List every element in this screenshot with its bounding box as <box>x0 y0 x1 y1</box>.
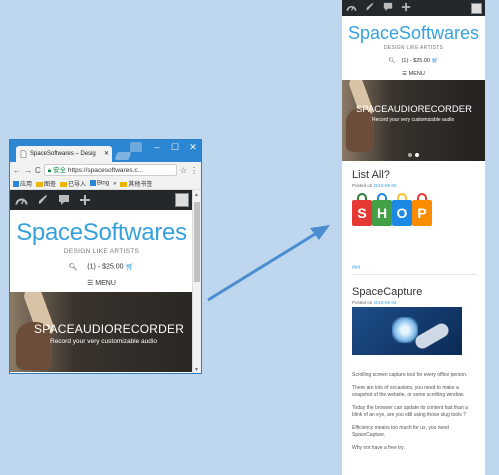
shop-letter: H <box>372 200 392 226</box>
bookmark-folder[interactable]: 图查 <box>36 179 56 188</box>
bookmark-apps[interactable]: 应用 <box>13 179 32 188</box>
post-title[interactable]: SpaceCapture <box>352 286 477 298</box>
profile-icon[interactable] <box>130 142 142 152</box>
document-icon <box>20 150 27 158</box>
bookmarks-bar: 应用 图查 已导入 Bing » 其他书签 <box>10 178 201 190</box>
post-body: Scrolling screen capture tool for every … <box>352 372 477 458</box>
hero-subtitle: Record your very customizable audio <box>372 117 455 123</box>
image-glow <box>392 317 418 343</box>
new-tab-button[interactable] <box>114 152 132 160</box>
secure-label: 安全 <box>53 167 67 174</box>
image-finger <box>412 320 452 352</box>
site-title[interactable]: SpaceSoftwares <box>10 219 193 247</box>
close-window-icon[interactable]: ✕ <box>184 142 201 153</box>
menu-kebab-icon[interactable]: ⋮ <box>190 166 198 175</box>
hamburger-icon: ☰ <box>87 280 94 287</box>
hero-subtitle: Record your very customizable audio <box>50 338 157 345</box>
reload-icon[interactable]: C <box>35 166 41 175</box>
minimize-icon[interactable]: – <box>148 142 166 152</box>
url-text: https://spacesoftwares.c... <box>67 167 144 174</box>
post-spacecapture: SpaceCapture Posted on 2018-06-04 <box>352 286 477 305</box>
maximize-icon[interactable]: ☐ <box>166 142 184 153</box>
plus-icon[interactable] <box>79 194 91 206</box>
browser-titlebar: SpaceSoftwares – Desig ✕ – ☐ ✕ <box>10 140 201 162</box>
arrow-icon <box>207 225 330 302</box>
menu-label: MENU <box>408 71 425 77</box>
hero-slider[interactable]: SPACEAUDIORECORDER Record your very cust… <box>10 292 193 372</box>
slider-dots <box>408 153 419 157</box>
dashboard-icon[interactable] <box>15 195 28 206</box>
site-tagline: DESIGN LIKE ARTISTS <box>383 45 444 51</box>
post-title[interactable]: List All? <box>352 169 477 181</box>
post-date[interactable]: 2018-06-04 <box>374 300 397 305</box>
cart-icon: 🛒︎ <box>125 264 135 271</box>
post-paragraph: There are lots of occasions, you need to… <box>352 385 465 398</box>
post-paragraph: Why not have a free try. <box>352 445 405 451</box>
browser-tab[interactable]: SpaceSoftwares – Desig ✕ <box>16 146 112 162</box>
brush-icon[interactable] <box>37 194 49 206</box>
post-list-all: List All? Posted on 2018-06-05 <box>352 169 477 188</box>
post-meta: Posted on 2018-06-05 <box>352 183 397 188</box>
plus-icon[interactable] <box>401 0 411 17</box>
slider-dot-active[interactable] <box>415 153 419 157</box>
post-paragraph: Efficiency means too much for us, you ne… <box>352 425 449 438</box>
dashboard-icon[interactable] <box>346 0 357 17</box>
scrollbar-thumb[interactable] <box>194 202 200 282</box>
browser-viewport: SpaceSoftwares DESIGN LIKE ARTISTS 🔍︎ (1… <box>10 190 193 373</box>
shop-letter: S <box>352 200 372 226</box>
bookmark-bing[interactable]: Bing <box>90 180 109 187</box>
scroll-down-icon[interactable]: ▼ <box>194 367 199 373</box>
post-link[interactable]: ### <box>352 265 360 271</box>
tab-title: SpaceSoftwares – Desig <box>30 151 96 157</box>
hero-title: SPACEAUDIORECORDER <box>34 322 185 336</box>
comment-icon[interactable] <box>58 194 70 206</box>
site-tagline: DESIGN LIKE ARTISTS <box>63 248 140 255</box>
post-meta: Posted on 2018-06-04 <box>352 300 397 305</box>
cart-text: (1) - $25.00 <box>87 263 124 271</box>
comment-icon[interactable] <box>383 0 393 17</box>
cart-summary[interactable]: 🔍︎ (1) - $25.00 🛒︎ <box>10 263 193 272</box>
admin-bar <box>342 0 485 16</box>
scroll-up-icon[interactable]: ▲ <box>194 192 199 198</box>
search-icon[interactable]: 🔍︎ <box>69 264 78 271</box>
admin-bar <box>10 190 193 210</box>
avatar[interactable] <box>175 193 189 207</box>
cart-summary[interactable]: 🔍︎ (1) - $25.00 🛒︎ <box>342 58 485 64</box>
brush-icon[interactable] <box>365 0 375 17</box>
site-title[interactable]: SpaceSoftwares <box>342 23 485 44</box>
shop-letter: O <box>392 200 412 226</box>
lock-icon: 🔒︎ <box>47 167 52 174</box>
shop-bags-image: S H O P <box>352 190 432 242</box>
forward-icon[interactable]: → <box>24 166 32 175</box>
bookmark-other[interactable]: 其他书签 <box>120 179 152 188</box>
shop-letter: P <box>412 200 432 226</box>
post-paragraph: Scrolling screen capture tool for every … <box>352 372 468 378</box>
menu-toggle[interactable]: ☰ MENU <box>342 71 485 77</box>
cart-icon: 🛒︎ <box>431 58 439 64</box>
hero-slider[interactable]: SPACEAUDIORECORDER Record your very cust… <box>342 80 485 161</box>
slider-dot[interactable] <box>408 153 412 157</box>
cart-text: (1) - $25.00 <box>401 58 431 64</box>
avatar[interactable] <box>471 2 482 14</box>
browser-toolbar: ← → C 🔒︎ 安全 https://spacesoftwares.c... … <box>10 162 201 178</box>
bookmark-folder[interactable]: 已导入 <box>60 179 86 188</box>
browser-window: SpaceSoftwares – Desig ✕ – ☐ ✕ ← → C 🔒︎ … <box>9 139 202 374</box>
post-link-row: ### <box>352 256 477 274</box>
scrollbar[interactable]: ▲ ▼ <box>192 190 201 373</box>
hero-title: SPACEAUDIORECORDER <box>356 104 472 115</box>
back-icon[interactable]: ← <box>13 166 21 175</box>
tab-close-icon[interactable]: ✕ <box>104 146 109 162</box>
bookmarks-more[interactable]: » <box>113 181 116 187</box>
address-bar[interactable]: 🔒︎ 安全 https://spacesoftwares.c... <box>43 164 177 176</box>
post-date[interactable]: 2018-06-05 <box>374 183 397 188</box>
divider <box>352 274 477 275</box>
bookmark-star-icon[interactable]: ☆ <box>180 166 187 175</box>
full-page-capture: SpaceSoftwares DESIGN LIKE ARTISTS 🔍︎ (1… <box>342 0 485 475</box>
post-paragraph: Today the browser can update its content… <box>352 405 468 418</box>
menu-toggle[interactable]: ☰ MENU <box>10 279 193 287</box>
menu-label: MENU <box>95 280 116 287</box>
hamburger-icon: ☰ <box>402 71 408 77</box>
spacecapture-image <box>352 307 462 355</box>
search-icon[interactable]: 🔍︎ <box>388 58 395 64</box>
